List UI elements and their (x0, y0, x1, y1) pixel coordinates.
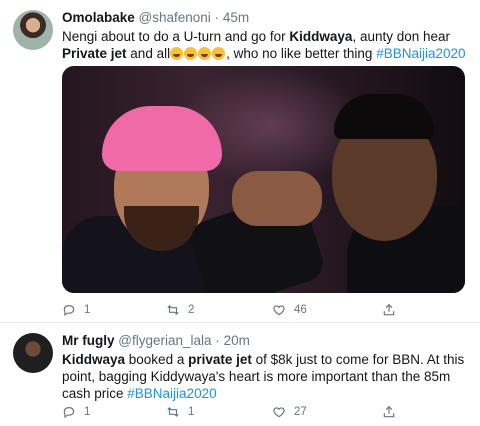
laughing-emoji-icon (212, 47, 226, 60)
separator: · (214, 10, 220, 25)
tweet-header: Omolabake @shafenoni · 45m (62, 10, 249, 25)
timestamp[interactable]: 45m (223, 10, 249, 25)
tweet-header: Mr fugly @flygerian_lala · 20m (62, 333, 250, 348)
hashtag-link[interactable]: #BBNaijia2020 (376, 46, 465, 61)
retweet-icon (167, 407, 179, 417)
share-button[interactable] (382, 303, 396, 317)
share-icon (383, 405, 395, 418)
share-button[interactable] (382, 405, 396, 419)
avatar[interactable] (13, 10, 53, 50)
bold-segment: Kiddwaya (62, 352, 126, 367)
reply-icon (63, 305, 75, 317)
tweet-photo[interactable] (62, 66, 465, 293)
tweet-actions: 1 1 27 (62, 405, 442, 421)
separator: · (215, 333, 220, 348)
retweet-button[interactable]: 2 (166, 303, 194, 317)
reply-count: 1 (84, 406, 91, 418)
like-icon (273, 305, 285, 316)
like-icon (273, 407, 285, 418)
laughing-emoji-icon (170, 47, 184, 60)
tweet-actions: 1 2 46 (62, 303, 442, 319)
reply-button[interactable]: 1 (62, 405, 90, 419)
handle[interactable]: @shafenoni (139, 10, 211, 25)
retweet-icon (167, 305, 179, 315)
tweet-text: Nengi about to do a U-turn and go for Ki… (62, 28, 472, 62)
laughing-emoji-icon (198, 47, 212, 60)
reply-icon (63, 407, 75, 419)
timestamp[interactable]: 20m (224, 333, 250, 348)
hashtag-link[interactable]: #BBNaijia2020 (127, 386, 216, 401)
reply-button[interactable]: 1 (62, 303, 90, 317)
text-segment: , aunty don hear (352, 29, 451, 44)
bold-segment: Kiddwaya (289, 29, 353, 44)
tweet[interactable]: Mr fugly @flygerian_lala · 20m Kiddwaya … (0, 323, 480, 426)
reply-count: 1 (84, 304, 91, 316)
laughing-emoji-group (170, 46, 226, 61)
tweet-text: Kiddwaya booked a private jet of $8k jus… (62, 351, 472, 402)
bold-segment: private jet (188, 352, 252, 367)
bold-segment: Private jet (62, 46, 127, 61)
share-icon (383, 303, 395, 316)
photo-figure (232, 171, 322, 226)
laughing-emoji-icon (184, 47, 198, 60)
like-button[interactable]: 27 (272, 405, 307, 419)
retweet-count: 2 (188, 304, 195, 316)
retweet-count: 1 (188, 406, 195, 418)
photo-figure (334, 94, 434, 139)
like-count: 27 (294, 406, 307, 418)
display-name[interactable]: Mr fugly (62, 333, 115, 348)
text-segment: Nengi about to do a U-turn and go for (62, 29, 290, 44)
like-button[interactable]: 46 (272, 303, 307, 317)
avatar[interactable] (13, 333, 53, 373)
display-name[interactable]: Omolabake (62, 10, 135, 25)
retweet-button[interactable]: 1 (166, 405, 194, 419)
like-count: 46 (294, 304, 307, 316)
tweet[interactable]: Omolabake @shafenoni · 45m Nengi about t… (0, 0, 480, 323)
handle[interactable]: @flygerian_lala (118, 333, 211, 348)
text-segment: booked a (125, 352, 189, 367)
text-segment: , who no like better thing (226, 46, 377, 61)
text-segment: and all (126, 46, 171, 61)
